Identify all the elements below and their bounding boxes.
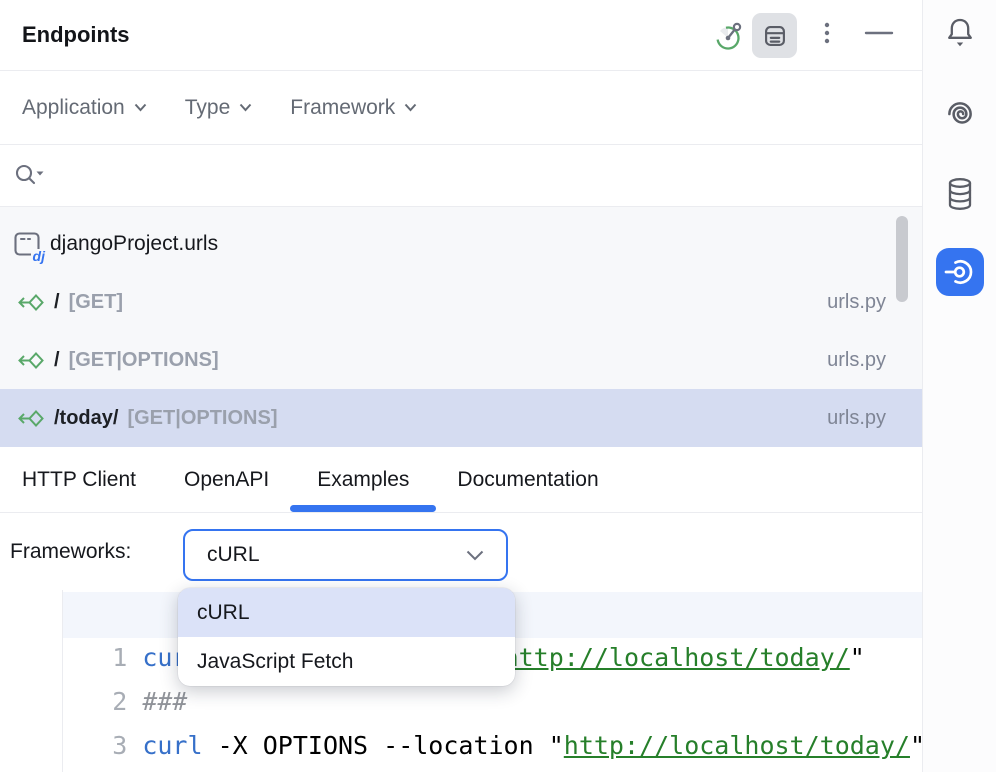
search-icon[interactable]: [14, 163, 46, 189]
endpoint-methods: [GET]: [69, 291, 123, 314]
group-label: djangoProject.urls: [50, 232, 218, 256]
search-input[interactable]: [56, 156, 922, 196]
endpoints-tool-window: Endpoints: [0, 0, 996, 772]
django-urls-file-icon: dj: [12, 229, 42, 259]
endpoints-list: dj djangoProject.urls / [GET] urls.py / …: [0, 207, 922, 447]
endpoint-path: /: [54, 349, 60, 372]
line-number: 3: [90, 724, 142, 768]
endpoint-row[interactable]: / [GET] urls.py: [0, 273, 922, 331]
dropdown-option-js-fetch[interactable]: JavaScript Fetch: [178, 637, 515, 686]
details-view-toggle-icon[interactable]: [752, 13, 797, 58]
list-group-row[interactable]: dj djangoProject.urls: [0, 215, 922, 273]
chevron-down-icon: [134, 103, 147, 112]
endpoint-file: urls.py: [827, 291, 886, 314]
hide-icon[interactable]: [861, 16, 897, 50]
tab-bar: HTTP Client OpenAPI Examples Documentati…: [0, 447, 922, 513]
frameworks-bar: Frameworks: cURL: [0, 513, 922, 590]
chevron-down-icon: [466, 550, 484, 561]
search-bar: [0, 145, 922, 207]
frameworks-dropdown-popup: cURL JavaScript Fetch: [178, 588, 515, 686]
filter-type[interactable]: Type: [185, 96, 253, 120]
filter-application-label: Application: [22, 96, 125, 120]
endpoint-arrow-icon: [16, 408, 46, 429]
filter-framework-label: Framework: [290, 96, 395, 120]
endpoint-methods: [GET|OPTIONS]: [69, 349, 219, 372]
frameworks-selected-value: cURL: [207, 543, 260, 567]
endpoint-row-selected[interactable]: /today/ [GET|OPTIONS] urls.py: [0, 389, 922, 447]
header: Endpoints: [0, 0, 922, 71]
endpoint-arrow-icon: [16, 292, 46, 313]
tab-http-client[interactable]: HTTP Client: [22, 447, 136, 512]
scrollbar-thumb[interactable]: [896, 216, 908, 302]
tab-examples[interactable]: Examples: [317, 447, 409, 512]
more-options-icon[interactable]: [810, 16, 844, 50]
tab-documentation[interactable]: Documentation: [457, 447, 598, 512]
ai-assistant-icon[interactable]: [936, 90, 984, 138]
endpoint-path: /today/: [54, 407, 118, 430]
frameworks-label: Frameworks:: [10, 513, 131, 590]
code-line: 3curl -X OPTIONS --location "http://loca…: [0, 680, 922, 724]
filter-framework[interactable]: Framework: [290, 96, 417, 120]
django-badge: dj: [31, 249, 45, 263]
notifications-bell-icon[interactable]: [936, 10, 984, 58]
endpoints-icon[interactable]: [936, 248, 984, 296]
url-link[interactable]: http://localhost/today/: [564, 731, 910, 760]
page-title: Endpoints: [22, 0, 130, 70]
tab-openapi[interactable]: OpenAPI: [184, 447, 269, 512]
dropdown-option-curl[interactable]: cURL: [178, 588, 515, 637]
endpoints-gauge-icon[interactable]: [711, 19, 745, 53]
right-toolbar: [922, 0, 996, 772]
chevron-down-icon: [239, 103, 252, 112]
endpoint-methods: [GET|OPTIONS]: [127, 407, 277, 430]
endpoint-arrow-icon: [16, 350, 46, 371]
endpoint-path: /: [54, 291, 60, 314]
frameworks-select[interactable]: cURL: [183, 529, 508, 581]
database-icon[interactable]: [936, 170, 984, 218]
endpoint-file: urls.py: [827, 407, 886, 430]
filter-type-label: Type: [185, 96, 231, 120]
filter-application[interactable]: Application: [22, 96, 147, 120]
chevron-down-icon: [404, 103, 417, 112]
endpoint-row[interactable]: / [GET|OPTIONS] urls.py: [0, 331, 922, 389]
filter-bar: Application Type Framework: [0, 71, 922, 145]
endpoint-file: urls.py: [827, 349, 886, 372]
